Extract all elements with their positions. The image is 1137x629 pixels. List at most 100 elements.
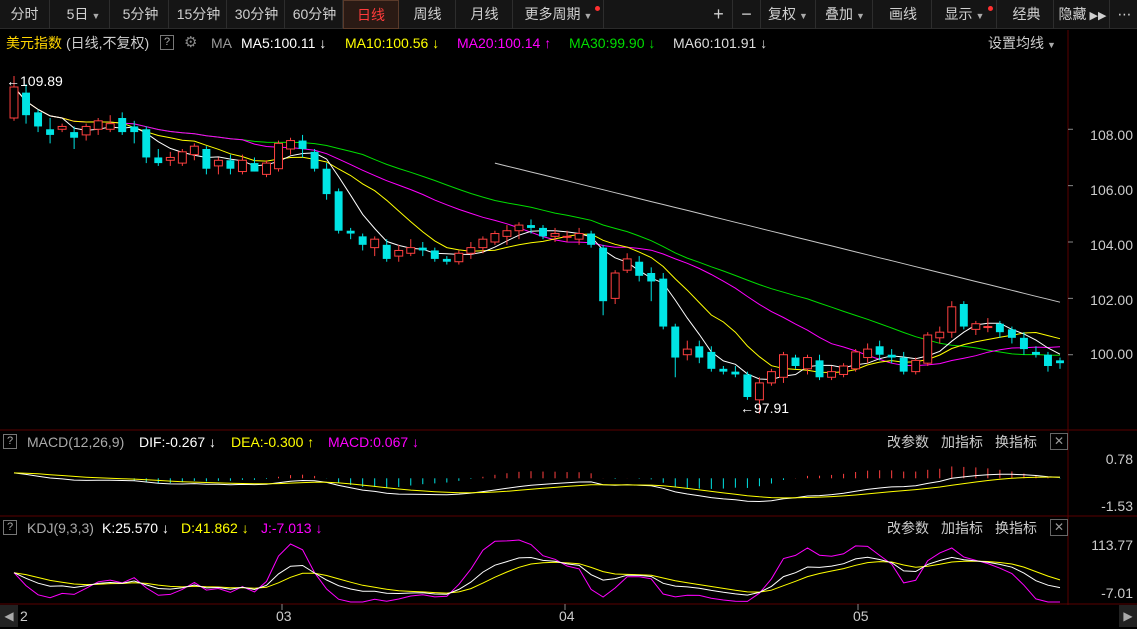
candle-body	[719, 368, 728, 372]
scroll-left-icon[interactable]: ◀	[0, 605, 18, 627]
close-icon[interactable]: ✕	[1050, 433, 1068, 450]
add-indicator-button[interactable]: 加指标	[941, 517, 983, 539]
edit-params-button[interactable]: 改参数	[887, 517, 929, 539]
kdj-header: ? KDJ(9,3,3) K:25.570 ↓ D:41.862 ↓ J:-7.…	[0, 517, 1137, 539]
candle-body	[394, 249, 404, 257]
candle-body	[550, 233, 560, 237]
high-annotation: ←109.89	[6, 73, 63, 89]
candle-body	[202, 149, 211, 169]
candle-body	[803, 357, 812, 370]
candle-body	[539, 227, 547, 237]
kdj-d-text: D:41.862	[181, 520, 238, 536]
candle-body	[839, 365, 849, 375]
kdj-j: J:-7.013 ↓	[261, 517, 322, 539]
ma5-line	[13, 86, 1061, 381]
macd-dif-text: DIF:-0.267	[139, 434, 206, 450]
kdj-d-line	[13, 560, 1061, 594]
kdj-k-text: K:25.570	[102, 520, 159, 536]
candle-body	[105, 123, 115, 130]
candle-body	[454, 252, 464, 263]
high-value: 109.89	[20, 73, 63, 89]
candle-body	[478, 238, 488, 249]
candle-body	[442, 258, 451, 262]
candle-body	[213, 159, 223, 167]
candle-body	[587, 233, 596, 245]
candle-body	[118, 118, 127, 133]
macd-axis-bottom: -1.53	[1101, 498, 1133, 514]
candle-body	[502, 230, 512, 237]
arrow-down-icon: ↓	[209, 434, 217, 450]
price-tick: 102.00	[1090, 292, 1133, 308]
candle-body	[983, 326, 993, 329]
candle-body	[791, 357, 800, 366]
candle-body	[827, 371, 837, 378]
candle-body	[731, 371, 740, 375]
arrow-down-icon: ↓	[241, 520, 249, 536]
kdj-d: D:41.862 ↓	[181, 517, 249, 539]
candle-body	[971, 323, 981, 330]
candle-body	[346, 230, 355, 234]
candle-body	[875, 346, 884, 355]
candle-body	[851, 351, 861, 370]
candle-body	[81, 125, 91, 136]
candle-body	[358, 236, 367, 245]
scroll-right-icon[interactable]: ▶	[1119, 605, 1137, 627]
candle-body	[562, 235, 572, 238]
switch-indicator-button[interactable]: 换指标	[995, 431, 1037, 453]
kdj-k-line	[13, 556, 1061, 596]
help-icon[interactable]: ?	[3, 520, 17, 535]
candle-body	[130, 126, 139, 133]
close-icon[interactable]: ✕	[1050, 519, 1068, 536]
candle-body	[310, 151, 319, 169]
candle-body	[574, 233, 584, 240]
candle-body	[923, 334, 933, 364]
candle-body	[514, 224, 524, 232]
arrow-up-icon: ↑	[307, 434, 315, 450]
candle-body	[911, 359, 921, 373]
macd-axis-top: 0.78	[1105, 451, 1133, 467]
candle-body	[177, 151, 187, 164]
candle-body	[1043, 354, 1052, 366]
macd-chart	[13, 466, 1061, 503]
candle-body	[93, 120, 103, 130]
candle-body	[778, 354, 788, 378]
add-indicator-button[interactable]: 加指标	[941, 431, 983, 453]
ma20-line	[13, 86, 1061, 367]
help-icon[interactable]: ?	[3, 434, 17, 449]
macd-name: MACD(12,26,9)	[27, 434, 125, 450]
candle-body	[298, 140, 307, 149]
macd-header: ? MACD(12,26,9) DIF:-0.267 ↓ DEA:-0.300 …	[0, 431, 1137, 453]
switch-indicator-button[interactable]: 换指标	[995, 517, 1037, 539]
candle-body	[1007, 329, 1016, 338]
ma30-line	[110, 121, 1061, 356]
kdj-axis-bottom: -7.01	[1101, 585, 1133, 601]
candle-body	[1019, 337, 1028, 350]
candle-body	[9, 86, 19, 119]
candle-body	[142, 129, 151, 158]
candle-body	[466, 247, 476, 254]
price-tick: 104.00	[1090, 237, 1133, 253]
kdj-k: K:25.570 ↓	[102, 517, 169, 539]
candle-body	[226, 160, 235, 169]
candle-body	[430, 250, 439, 259]
candle-body	[286, 140, 296, 150]
candle-body	[995, 323, 1004, 333]
candle-body	[707, 351, 716, 369]
macd-dif: DIF:-0.267 ↓	[139, 431, 216, 453]
candle-body	[610, 272, 620, 299]
candle-body	[189, 145, 199, 156]
candle-body	[322, 168, 331, 195]
candle-body	[418, 247, 427, 251]
macd-hist: MACD:0.067 ↓	[328, 431, 419, 453]
candle-body	[671, 326, 680, 358]
kdj-j-text: J:-7.013	[261, 520, 312, 536]
arrow-down-icon: ↓	[161, 520, 169, 536]
candle-body	[34, 112, 43, 127]
edit-params-button[interactable]: 改参数	[887, 431, 929, 453]
macd-dea-line	[13, 472, 1060, 499]
price-tick: 100.00	[1090, 346, 1133, 362]
price-tick: 106.00	[1090, 182, 1133, 198]
candle-body	[22, 92, 31, 116]
candle-body	[382, 244, 391, 259]
candle-body	[622, 258, 632, 271]
